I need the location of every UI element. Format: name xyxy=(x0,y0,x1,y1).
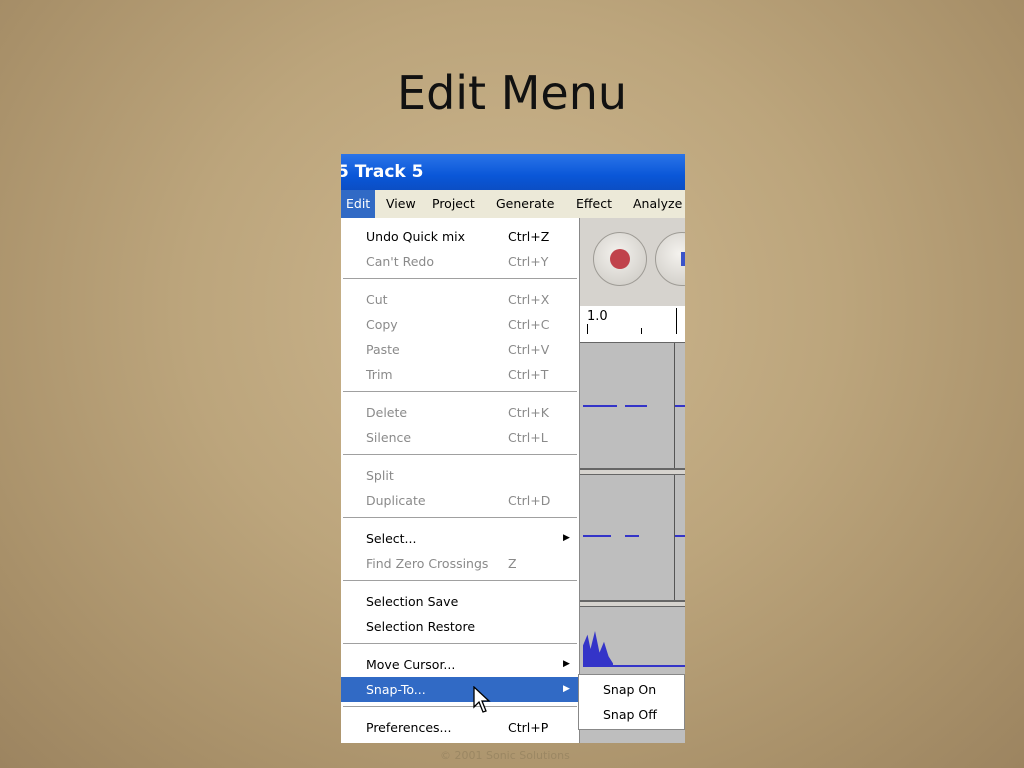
menu-item-move-cursor[interactable]: Move Cursor... ▶ xyxy=(341,652,579,677)
menu-separator xyxy=(343,454,577,455)
copyright-text: © 2001 Sonic Solutions xyxy=(440,749,570,762)
audio-track-1[interactable] xyxy=(579,342,685,470)
submenu-arrow-icon: ▶ xyxy=(563,533,570,543)
window-titlebar: 5 Track 5 xyxy=(341,154,685,190)
stop-icon xyxy=(681,252,685,266)
audio-workspace: 1.0 xyxy=(579,218,685,743)
menu-item-cut[interactable]: Cut Ctrl+X xyxy=(341,287,579,312)
menu-project[interactable]: Project xyxy=(427,190,480,218)
menu-item-selection-save[interactable]: Selection Save xyxy=(341,589,579,614)
menu-item-split[interactable]: Split xyxy=(341,463,579,488)
menu-analyze[interactable]: Analyze xyxy=(628,190,685,218)
menu-item-trim[interactable]: Trim Ctrl+T xyxy=(341,362,579,387)
app-screenshot: 5 Track 5 Edit View Project Generate Eff… xyxy=(341,154,685,743)
menu-item-preferences[interactable]: Preferences... Ctrl+P xyxy=(341,715,579,740)
window-title: 5 Track 5 xyxy=(341,162,424,182)
submenu-arrow-icon: ▶ xyxy=(563,659,570,669)
waveform xyxy=(675,535,685,537)
menu-item-copy[interactable]: Copy Ctrl+C xyxy=(341,312,579,337)
menu-item-duplicate[interactable]: Duplicate Ctrl+D xyxy=(341,488,579,513)
menu-separator xyxy=(343,391,577,392)
record-button[interactable] xyxy=(593,232,647,286)
waveform xyxy=(583,535,611,537)
slide-title: Edit Menu xyxy=(397,66,627,120)
menu-effect[interactable]: Effect xyxy=(571,190,617,218)
submenu-item-snap-on[interactable]: Snap On xyxy=(579,677,685,702)
menu-item-snap-to[interactable]: Snap-To... ▶ xyxy=(341,677,579,702)
menu-item-redo[interactable]: Can't Redo Ctrl+Y xyxy=(341,249,579,274)
snap-to-submenu: Snap On Snap Off xyxy=(578,674,685,730)
menu-separator xyxy=(343,706,577,707)
edit-dropdown-menu: Undo Quick mix Ctrl+Z Can't Redo Ctrl+Y … xyxy=(341,218,580,743)
submenu-item-snap-off[interactable]: Snap Off xyxy=(579,702,685,727)
timeline-ruler[interactable]: 1.0 xyxy=(579,306,685,343)
menu-separator xyxy=(343,278,577,279)
menu-item-undo[interactable]: Undo Quick mix Ctrl+Z xyxy=(341,224,579,249)
submenu-arrow-icon: ▶ xyxy=(563,684,570,694)
audio-track-2[interactable] xyxy=(579,474,685,602)
record-icon xyxy=(610,249,630,269)
ruler-label: 1.0 xyxy=(587,309,608,324)
waveform xyxy=(625,535,639,537)
menu-item-delete[interactable]: Delete Ctrl+K xyxy=(341,400,579,425)
waveform xyxy=(675,405,685,407)
mouse-pointer-icon xyxy=(473,686,491,713)
menu-item-find-zero-crossings[interactable]: Find Zero Crossings Z xyxy=(341,551,579,576)
menu-edit[interactable]: Edit xyxy=(341,190,376,218)
menubar: Edit View Project Generate Effect Analyz… xyxy=(341,190,685,218)
menu-separator xyxy=(343,580,577,581)
waveform xyxy=(613,665,685,667)
waveform xyxy=(583,405,617,407)
menu-item-select[interactable]: Select... ▶ xyxy=(341,526,579,551)
menu-item-paste[interactable]: Paste Ctrl+V xyxy=(341,337,579,362)
waveform-peak xyxy=(583,631,613,667)
waveform xyxy=(625,405,647,407)
menu-separator xyxy=(343,517,577,518)
menu-generate[interactable]: Generate xyxy=(491,190,559,218)
menu-separator xyxy=(343,643,577,644)
menu-item-silence[interactable]: Silence Ctrl+L xyxy=(341,425,579,450)
menu-view[interactable]: View xyxy=(381,190,421,218)
menu-item-selection-restore[interactable]: Selection Restore xyxy=(341,614,579,639)
